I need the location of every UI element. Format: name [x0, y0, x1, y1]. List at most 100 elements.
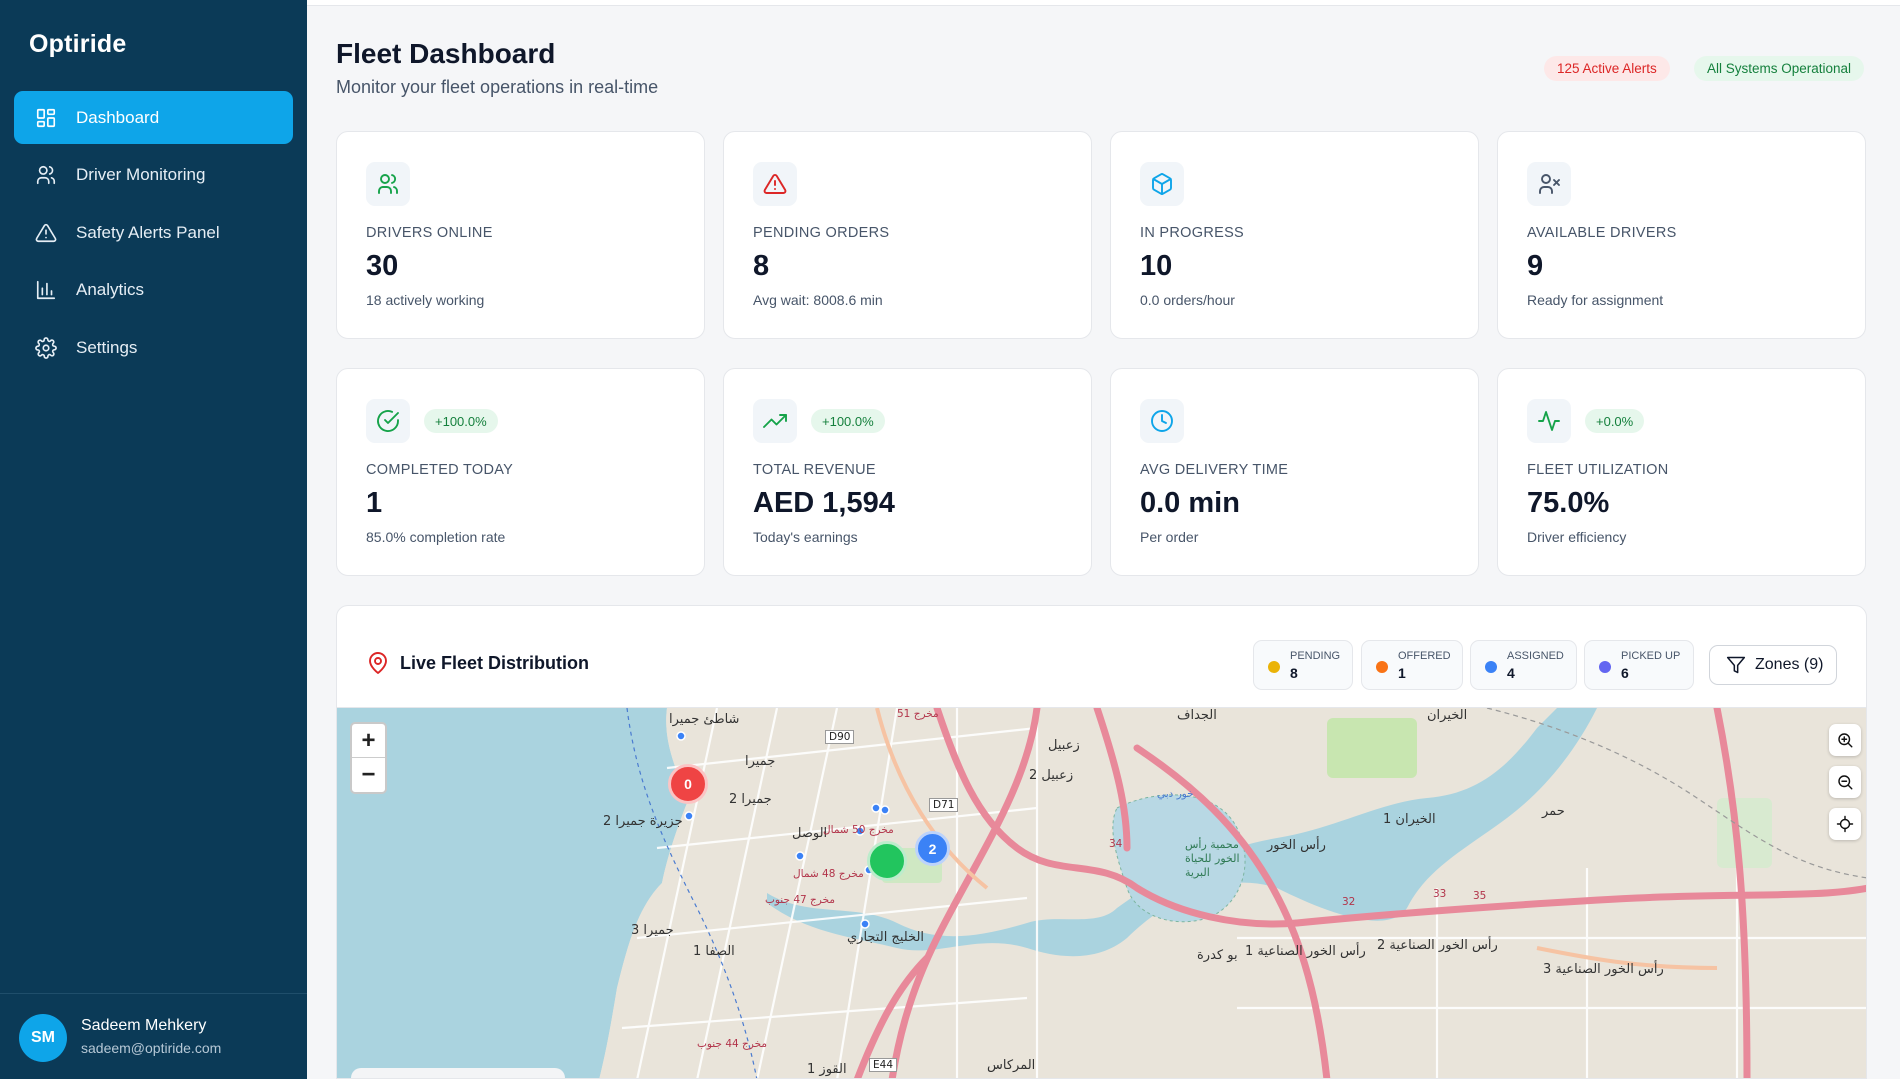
active-alerts-badge[interactable]: 125 Active Alerts [1544, 56, 1670, 81]
map-label: زعبيل 2 [1029, 768, 1074, 783]
change-badge: +100.0% [811, 409, 885, 433]
map-label: 33 [1433, 888, 1447, 900]
map-label: رأس الخور الصناعية 3 [1543, 962, 1664, 977]
map-label: 35 [1473, 890, 1487, 902]
fleet-map[interactable]: شاطئ جميرا جميرا جميرا 2 جزيرة جميرا 2 ج… [337, 708, 1866, 1078]
legend-assigned[interactable]: ASSIGNED 4 [1470, 640, 1577, 690]
card-value: 30 [366, 250, 399, 282]
legend-label: PENDING [1290, 650, 1341, 662]
map-label: جميرا [745, 754, 776, 769]
zoom-out-magnifier-button[interactable] [1829, 766, 1861, 798]
card-value: 8 [753, 250, 770, 282]
users-icon [366, 162, 410, 206]
legend-label: ASSIGNED [1507, 650, 1564, 662]
sidebar-item-safety-alerts[interactable]: Safety Alerts Panel [14, 206, 293, 259]
warning-icon [753, 162, 797, 206]
map-cluster-marker[interactable] [867, 841, 907, 881]
card-subtext: 18 actively working [366, 292, 485, 308]
map-label: جميرا 2 [729, 792, 772, 807]
map-label: الوصل [792, 826, 828, 841]
map-label: رأس الخور [1267, 838, 1326, 853]
map-label: محمية رأس الخور للحياة البرية [1185, 838, 1240, 879]
cluster-count: 2 [928, 840, 937, 857]
card-completed-today: +100.0% COMPLETED TODAY 1 85.0% completi… [336, 368, 705, 576]
zoom-out-button[interactable]: − [352, 758, 385, 792]
zoom-in-magnifier-button[interactable] [1829, 724, 1861, 756]
map-label: الخيران 1 [1383, 812, 1436, 827]
sidebar-item-settings[interactable]: Settings [14, 321, 293, 374]
map-label: مخرج 51 [897, 708, 939, 720]
map-label: مخرج 44 جنوب [697, 1038, 767, 1050]
live-fleet-panel: Live Fleet Distribution PENDING 8 OFFERE… [336, 605, 1867, 1079]
zones-button[interactable]: Zones (9) [1709, 645, 1837, 685]
card-in-progress: IN PROGRESS 10 0.0 orders/hour [1110, 131, 1479, 339]
map-cluster-marker[interactable]: 2 [915, 831, 950, 866]
change-badge: +0.0% [1585, 409, 1645, 433]
sidebar-item-dashboard[interactable]: Dashboard [14, 91, 293, 144]
sidebar-item-analytics[interactable]: Analytics [14, 264, 293, 317]
panel-title: Live Fleet Distribution [400, 653, 590, 673]
package-icon [1140, 162, 1184, 206]
clock-icon [1140, 399, 1184, 443]
user-email: sadeem@optiride.com [81, 1040, 222, 1056]
zoom-in-button[interactable]: + [352, 724, 385, 758]
card-pending-orders: PENDING ORDERS 8 Avg wait: 8008.6 min [723, 131, 1092, 339]
sidebar-item-label: Driver Monitoring [76, 165, 206, 184]
card-label: DRIVERS ONLINE [366, 225, 493, 241]
card-label: IN PROGRESS [1140, 225, 1245, 241]
zoom-control: + − [350, 722, 387, 794]
map-cluster-marker[interactable]: 0 [668, 764, 708, 804]
sidebar-item-label: Settings [76, 337, 138, 357]
filter-icon [1726, 656, 1746, 674]
system-status-badge: All Systems Operational [1694, 56, 1865, 81]
card-subtext: Ready for assignment [1527, 292, 1664, 308]
map-label: خور دبي [1157, 788, 1194, 800]
card-total-revenue: +100.0% TOTAL REVENUE AED 1,594 Today's … [723, 368, 1092, 576]
page-title: Fleet Dashboard [336, 38, 556, 69]
legend-value: 1 [1398, 665, 1406, 681]
legend-pending[interactable]: PENDING 8 [1253, 640, 1353, 690]
card-value: 75.0% [1527, 487, 1610, 519]
road-shield: E44 [869, 1058, 897, 1072]
card-label: PENDING ORDERS [753, 225, 890, 241]
warning-icon [34, 221, 58, 245]
card-value: 1 [366, 487, 383, 519]
map-label: جميرا 3 [631, 923, 674, 938]
map-label: الخليج التجاري [847, 930, 925, 945]
road-shield: D90 [825, 730, 855, 744]
map-label: رأس الخور الصناعية 1 [1245, 944, 1366, 959]
card-label: COMPLETED TODAY [366, 462, 514, 478]
status-dot [1376, 661, 1388, 673]
zoom-in-icon [1838, 733, 1853, 748]
legend-offered[interactable]: OFFERED 1 [1361, 640, 1463, 690]
map-pin-icon [369, 652, 387, 674]
card-label: FLEET UTILIZATION [1527, 462, 1669, 478]
zoom-out-icon [1838, 775, 1853, 790]
status-dot [1485, 661, 1497, 673]
locate-button[interactable] [1829, 808, 1861, 840]
card-value: AED 1,594 [753, 487, 895, 519]
brand-logo[interactable]: Optiride [29, 30, 126, 59]
sidebar-item-driver-monitoring[interactable]: Driver Monitoring [14, 149, 293, 202]
user-x-icon [1527, 162, 1571, 206]
card-value: 10 [1140, 250, 1173, 282]
user-name: Sadeem Mehkery [81, 1017, 207, 1034]
map-label: مخرج 50 شمال [823, 824, 894, 836]
activity-icon [1527, 399, 1571, 443]
card-fleet-utilization: +0.0% FLEET UTILIZATION 75.0% Driver eff… [1497, 368, 1866, 576]
status-dot [1268, 661, 1280, 673]
map-label: الجداف [1177, 708, 1217, 723]
page-subtitle: Monitor your fleet operations in real-ti… [336, 77, 659, 97]
user-profile[interactable]: SM Sadeem Mehkery sadeem@optiride.com [0, 993, 307, 1079]
legend-picked-up[interactable]: PICKED UP 6 [1584, 640, 1694, 690]
card-value: 9 [1527, 250, 1544, 282]
sidebar-item-label: Dashboard [76, 107, 160, 127]
card-subtext: 0.0 orders/hour [1140, 292, 1235, 308]
map-label: الخيران [1427, 708, 1468, 723]
map-label: المركاس [987, 1058, 1036, 1073]
card-label: TOTAL REVENUE [753, 462, 876, 478]
map-label: مخرج 48 شمال [793, 868, 864, 880]
card-subtext: Avg wait: 8008.6 min [753, 292, 883, 308]
card-subtext: Today's earnings [753, 529, 858, 545]
card-subtext: 85.0% completion rate [366, 529, 506, 545]
